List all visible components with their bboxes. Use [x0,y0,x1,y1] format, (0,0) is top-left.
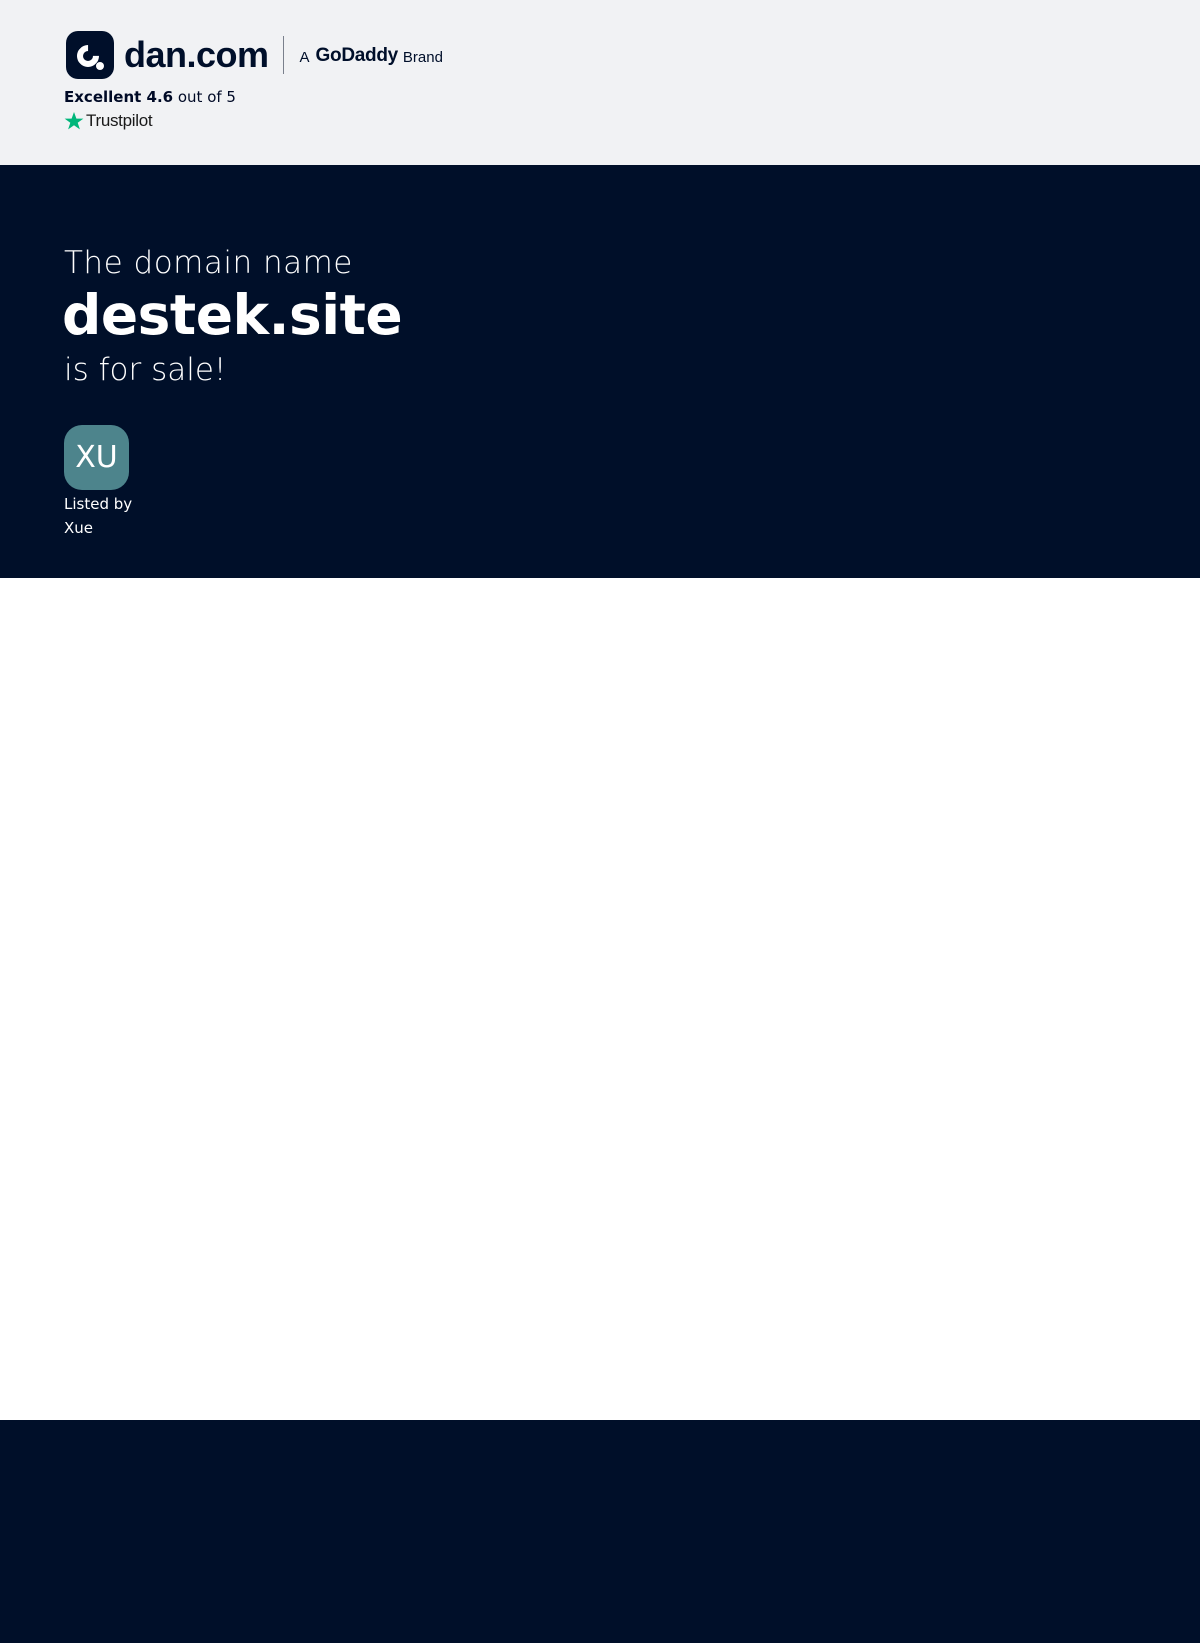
seller-name: Xue [64,519,94,537]
brand-row: dan.com A GoDaddy Brand [66,31,443,79]
listed-by-label: Listed by [64,495,133,513]
rating-label: Excellent 4.6 [64,88,174,106]
hero-intro: The domain name [64,245,353,281]
trustpilot-link[interactable]: Trustpilot [64,111,153,131]
godaddy-logo: GoDaddy [315,45,399,66]
trustpilot-star-icon [64,112,84,130]
footer [0,1420,1200,1643]
dan-logo-icon[interactable] [66,31,114,79]
rating-suffix: out of 5 [177,88,236,106]
brand-suffix: Brand [402,48,443,66]
seller-avatar: XU [64,425,129,490]
brand-prefix: A [299,48,310,66]
logo-text[interactable]: dan.com [124,34,269,76]
hero-outro: is for sale! [64,352,227,388]
content-area [0,578,1200,1420]
trustpilot-rating: Excellent 4.6 out of 5 [64,88,236,106]
domain-name: destek.site [62,283,403,347]
top-bar: dan.com A GoDaddy Brand Excellent 4.6 ou… [0,0,1200,165]
seller-info: Listed by Xue [64,492,144,540]
trustpilot-label: Trustpilot [86,111,153,130]
brand-divider [282,36,284,74]
hero-section: The domain name destek.site is for sale!… [0,165,1200,578]
